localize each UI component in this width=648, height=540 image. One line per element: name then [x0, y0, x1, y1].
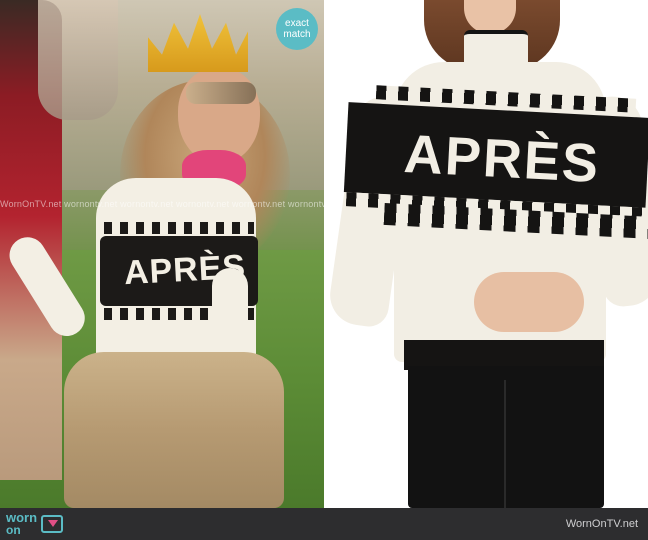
site-url: WornOnTV.net [565, 518, 638, 530]
logo-on-text: on [6, 523, 21, 537]
bystander-figure-back [38, 0, 118, 120]
burlap-sack [64, 352, 284, 508]
tv-icon [41, 515, 64, 533]
badge-line-match: match [283, 29, 311, 40]
sunglasses [186, 82, 256, 104]
watermark-text: WornOnTV.net wornontv.net wornontv.net w… [0, 199, 324, 209]
product-sweater-lettering: APRÈS [402, 123, 602, 195]
model-hands [474, 272, 584, 332]
pants-seam [504, 380, 506, 508]
episode-photo: APRÈS WornOnTV.net wornontv.net wornontv… [0, 0, 324, 508]
black-pants [408, 366, 604, 508]
badge-line-exact: exact [285, 18, 309, 29]
turtleneck-collar [464, 30, 528, 74]
product-photo: APRÈS [324, 0, 648, 508]
footer-bar: worn on WornOnTV.net [0, 508, 648, 540]
exact-match-badge-icon: exact match [276, 8, 318, 50]
wornontv-logo[interactable]: worn on [6, 510, 64, 538]
sweater-pattern-top [104, 222, 254, 234]
